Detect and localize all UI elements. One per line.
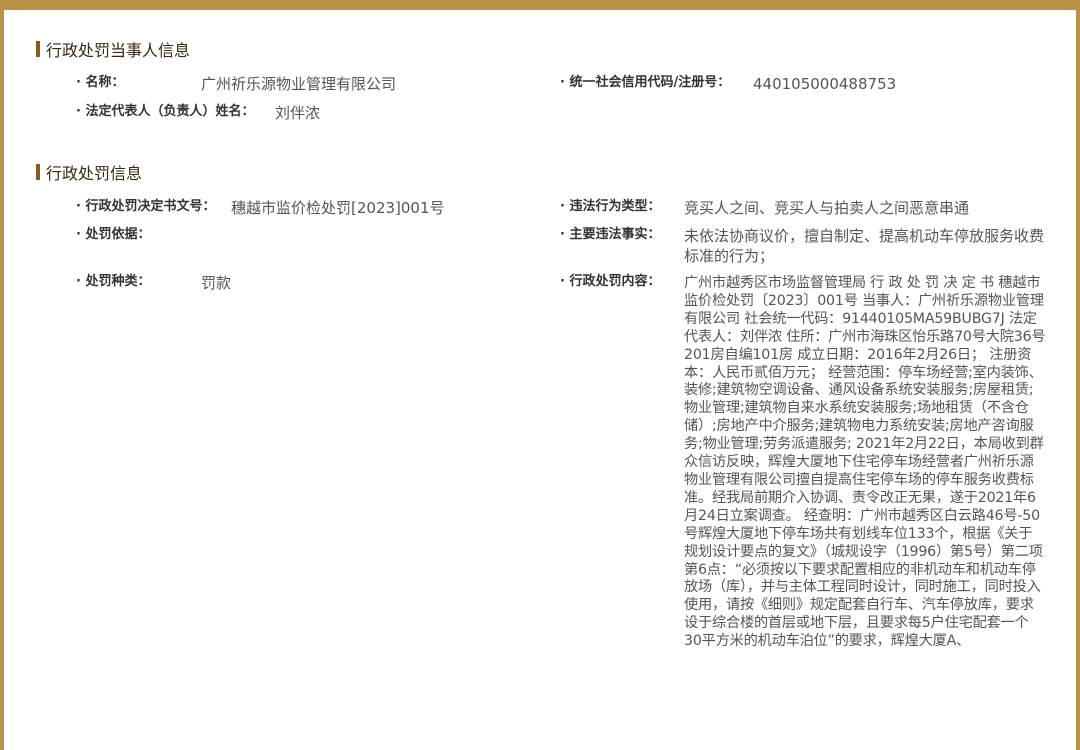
penalty-kind-label: · 处罚种类： — [76, 274, 151, 289]
section-title-party: 行政处罚当事人信息 — [36, 38, 190, 60]
credit-code-label: · 统一社会信用代码/注册号： — [560, 75, 731, 90]
name-value: 广州祈乐源物业管理有限公司 — [201, 75, 397, 93]
page-card: 行政处罚当事人信息 · 名称： 广州祈乐源物业管理有限公司 · 统一社会信用代码… — [4, 10, 1076, 750]
violation-type-label: · 违法行为类型： — [560, 199, 661, 214]
credit-code-value: 440105000488753 — [753, 75, 897, 93]
decision-doc-no-label: · 行政处罚决定书文号： — [76, 199, 216, 214]
decision-doc-no-value: 穗越市监价检处罚[2023]001号 — [231, 199, 445, 217]
legal-rep-label: · 法定代表人（负责人）姓名： — [76, 104, 255, 119]
main-facts-value: 未依法协商议价，擅自制定、提高机动车停放服务收费标准的行为； — [684, 227, 1045, 265]
penalty-kind-value: 罚款 — [201, 274, 232, 292]
penalty-content-label: · 行政处罚内容： — [560, 274, 661, 289]
legal-rep-value: 刘伴浓 — [275, 104, 321, 122]
penalty-basis-label: · 处罚依据： — [76, 227, 151, 242]
violation-type-value: 竞买人之间、竞买人与拍卖人之间恶意串通 — [684, 199, 970, 217]
penalty-content-value: 广州市越秀区市场监督管理局 行 政 处 罚 决 定 书 穗越市监价检处罚〔202… — [684, 275, 1046, 650]
main-facts-label: · 主要违法事实： — [560, 227, 661, 242]
section-marker — [36, 164, 40, 180]
section-title-penalty: 行政处罚信息 — [36, 161, 142, 183]
section-title-text: 行政处罚当事人信息 — [46, 41, 191, 60]
section-title-text: 行政处罚信息 — [46, 164, 143, 183]
section-marker — [36, 41, 40, 57]
name-label: · 名称： — [76, 75, 125, 90]
